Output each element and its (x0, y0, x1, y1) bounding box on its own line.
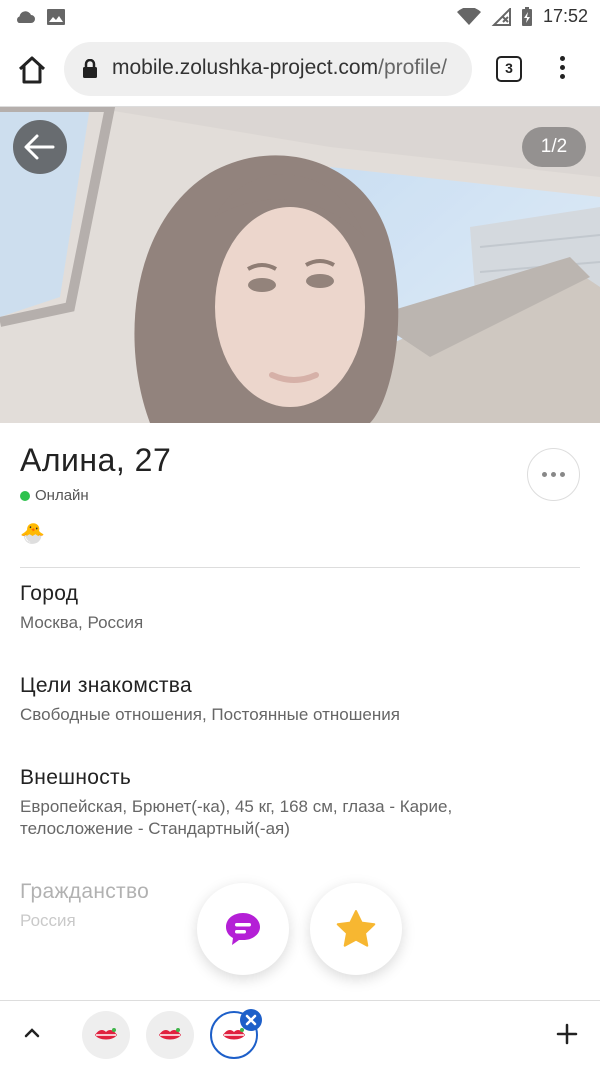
divider (20, 567, 580, 568)
signal-off-icon (491, 7, 511, 26)
online-label: Онлайн (35, 487, 89, 504)
field-label-appearance: Внешность (20, 766, 132, 789)
cloud-icon (17, 11, 35, 23)
browser-toolbar: mobile.zolushka-project.com/profile/ 3 (0, 34, 600, 106)
field-label-goals: Цели знакомства (20, 674, 192, 697)
favorite-button[interactable] (310, 883, 402, 975)
chat-bubble-icon (226, 913, 260, 945)
badge-emoji: 🐣 (20, 523, 45, 545)
field-label-citizenship: Гражданство (20, 880, 150, 903)
field-label-city: Город (20, 582, 79, 605)
address-bar[interactable]: mobile.zolushka-project.com/profile/ (64, 42, 472, 96)
field-value-goals: Свободные отношения, Постоянные отношени… (20, 705, 400, 724)
back-button[interactable] (13, 120, 67, 174)
url-host: mobile.zolushka-project.com (112, 56, 379, 79)
more-options-button[interactable] (527, 448, 580, 501)
wifi-icon (456, 7, 481, 25)
profile-name: Алина, 27 (20, 442, 172, 478)
field-value-city: Москва, Россия (20, 613, 144, 632)
chat-tab-1[interactable] (82, 1011, 130, 1059)
arrow-left-icon (24, 134, 55, 160)
status-time: 17:52 (542, 6, 588, 26)
lips-icon (95, 1028, 117, 1040)
field-value-citizenship: Россия (20, 911, 76, 930)
image-icon (47, 9, 65, 25)
url-text: mobile.zolushka-project.com/profile/ (112, 56, 447, 80)
lock-icon (83, 59, 97, 78)
close-tab-button[interactable] (240, 1009, 262, 1031)
lips-icon (159, 1028, 181, 1040)
bottom-tab-bar (0, 1000, 600, 1067)
more-vert-icon[interactable] (552, 52, 572, 88)
chevron-up-icon[interactable] (22, 1023, 42, 1043)
star-icon (336, 910, 376, 947)
url-path: /profile/ (378, 56, 447, 79)
profile-photo[interactable] (0, 107, 600, 423)
status-bar: 17:52 (0, 0, 600, 34)
online-status: Онлайн (20, 487, 89, 504)
close-icon (245, 1014, 257, 1026)
chat-tab-2[interactable] (146, 1011, 194, 1059)
tabs-button[interactable]: 3 (496, 56, 522, 82)
photo-counter: 1/2 (522, 127, 586, 167)
plus-icon[interactable] (556, 1023, 578, 1045)
field-value-appearance: Европейская, Брюнет(-ка), 45 кг, 168 см,… (20, 797, 453, 838)
message-button[interactable] (197, 883, 289, 975)
home-icon[interactable] (16, 54, 48, 86)
online-dot (20, 490, 30, 501)
battery-charging-icon (521, 6, 532, 26)
